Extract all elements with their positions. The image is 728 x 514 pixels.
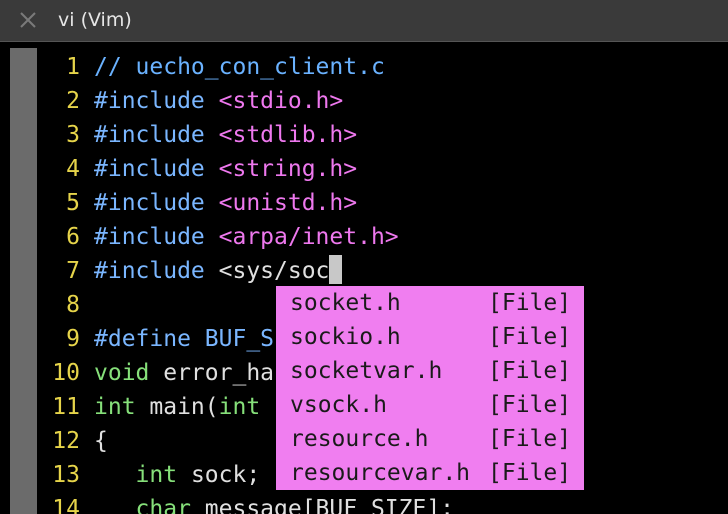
code-text: #define BUF_S — [94, 322, 274, 356]
completion-kind: [File] — [488, 324, 572, 350]
completion-word: vsock.h — [290, 392, 387, 418]
code-text: char message[BUF_SIZE]; — [94, 492, 455, 514]
code-line[interactable]: 3 #include <stdlib.h> — [0, 118, 728, 152]
code-token: #include — [94, 122, 219, 148]
code-line[interactable]: 1 // uecho_con_client.c — [0, 50, 728, 84]
completion-item[interactable]: socket.h [File] — [276, 286, 584, 320]
code-text: #include <stdlib.h> — [94, 118, 357, 152]
text-cursor — [329, 255, 343, 284]
code-token: // uecho_con_client.c — [94, 54, 385, 80]
code-token: #include — [94, 258, 219, 284]
code-text: int main(int — [94, 390, 260, 424]
code-line[interactable]: 2 #include <stdio.h> — [0, 84, 728, 118]
code-token: <arpa/inet.h> — [218, 224, 399, 250]
line-number: 12 — [52, 428, 80, 454]
line-number: 2 — [66, 88, 80, 114]
line-number: 13 — [52, 462, 80, 488]
completion-item[interactable]: vsock.h [File] — [276, 388, 584, 422]
code-token: <sys/soc — [218, 258, 330, 284]
code-token: #include — [94, 156, 219, 182]
code-token: #define BUF_S — [94, 326, 275, 352]
line-number: 5 — [66, 190, 80, 216]
window-title: vi (Vim) — [58, 9, 132, 31]
completion-word: resource.h — [290, 426, 429, 452]
code-line[interactable]: 6 #include <arpa/inet.h> — [0, 220, 728, 254]
code-text: { — [94, 424, 108, 458]
code-token: main( — [135, 394, 219, 420]
completion-popup: socket.h [File] sockio.h [File] socketvar.h [… — [276, 286, 584, 490]
line-number: 8 — [66, 292, 80, 318]
code-token: <unistd.h> — [218, 190, 358, 216]
title-bar: vi (Vim) — [0, 0, 728, 42]
line-number: 3 — [66, 122, 80, 148]
code-token: #include — [94, 88, 219, 114]
code-line[interactable]: 7 #include <sys/soc — [0, 254, 728, 288]
completion-item[interactable]: resource.h [File] — [276, 422, 584, 456]
vim-window: vi (Vim) 1 // uecho_con_client.c 2 #include… — [0, 0, 728, 514]
code-text: int sock; — [94, 458, 261, 492]
code-token: error_ha — [149, 360, 275, 386]
code-line[interactable]: 4 #include <string.h> — [0, 152, 728, 186]
line-number: 6 — [66, 224, 80, 250]
line-number: 1 — [66, 54, 80, 80]
completion-word: resourcevar.h — [290, 460, 471, 486]
code-text: #include <string.h> — [94, 152, 357, 186]
code-text: #include <sys/soc — [94, 254, 343, 288]
code-text: #include <stdio.h> — [94, 84, 343, 118]
line-number: 4 — [66, 156, 80, 182]
completion-word: socket.h — [290, 290, 401, 316]
completion-item[interactable]: sockio.h [File] — [276, 320, 584, 354]
line-number: 9 — [66, 326, 80, 352]
completion-kind: [File] — [488, 460, 572, 486]
completion-word: sockio.h — [290, 324, 401, 350]
code-token: int — [218, 394, 261, 420]
line-number: 11 — [52, 394, 80, 420]
code-text: // uecho_con_client.c — [94, 50, 385, 84]
code-token: { — [94, 428, 108, 454]
code-token: #include — [94, 190, 219, 216]
line-number: 14 — [52, 496, 80, 514]
completion-item[interactable]: socketvar.h [File] — [276, 354, 584, 388]
code-token: int — [94, 394, 136, 420]
code-token: #include — [94, 224, 219, 250]
completion-item[interactable]: resourcevar.h [File] — [276, 456, 584, 490]
completion-word: socketvar.h — [290, 358, 443, 384]
completion-kind: [File] — [488, 358, 572, 384]
line-number: 7 — [66, 258, 80, 284]
completion-kind: [File] — [488, 392, 572, 418]
line-number: 10 — [52, 360, 80, 386]
close-icon[interactable] — [18, 10, 38, 30]
code-token: char — [135, 496, 191, 514]
code-token: <stdio.h> — [218, 88, 344, 114]
code-token: <string.h> — [218, 156, 358, 182]
code-line[interactable]: 5 #include <unistd.h> — [0, 186, 728, 220]
code-text: #include <unistd.h> — [94, 186, 357, 220]
code-token: <stdlib.h> — [218, 122, 358, 148]
code-text: void error_ha — [94, 356, 274, 390]
code-token: sock; — [177, 462, 261, 488]
completion-kind: [File] — [488, 426, 572, 452]
completion-kind: [File] — [488, 290, 572, 316]
code-token: int — [135, 462, 178, 488]
code-token: message[BUF_SIZE]; — [190, 496, 455, 514]
code-token: void — [94, 360, 150, 386]
code-line[interactable]: 14 char message[BUF_SIZE]; — [0, 492, 728, 514]
code-text: #include <arpa/inet.h> — [94, 220, 399, 254]
